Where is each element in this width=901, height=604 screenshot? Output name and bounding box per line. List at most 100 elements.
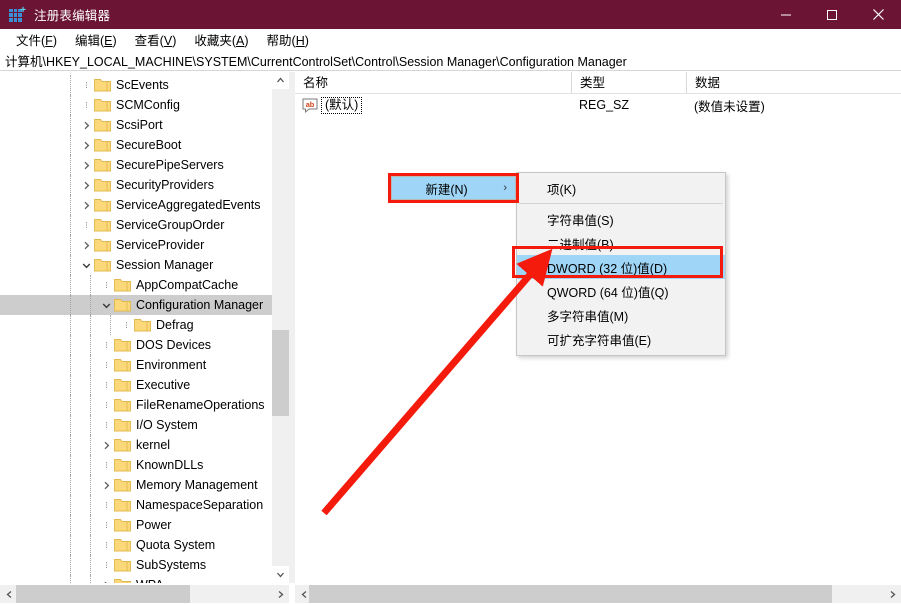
tree-item-filerenameoperations[interactable]: FileRenameOperations [0, 395, 272, 415]
tree-indent [0, 575, 98, 583]
tree-item-scmconfig[interactable]: SCMConfig [0, 95, 272, 115]
minimize-button[interactable] [763, 0, 809, 29]
tree-item-label: Session Manager [116, 258, 214, 272]
menu-item-4[interactable]: 帮助(H) [258, 30, 318, 49]
tree-item-label: Power [136, 518, 172, 532]
value-row[interactable]: ab (默认) REG_SZ (数值未设置) [295, 94, 901, 116]
chevron-right-icon[interactable] [98, 575, 114, 583]
tree-item-defrag[interactable]: Defrag [0, 315, 272, 335]
tree-item-scevents[interactable]: ScEvents [0, 75, 272, 95]
tree-item-power[interactable]: Power [0, 515, 272, 535]
folder-icon [94, 98, 111, 112]
tree-item-label: Configuration Manager [136, 298, 264, 312]
folder-icon [114, 398, 131, 412]
tree-vertical-scrollbar[interactable] [272, 72, 289, 583]
chevron-down-icon[interactable] [78, 255, 94, 275]
folder-icon [114, 458, 131, 472]
chevron-right-icon[interactable] [78, 235, 94, 255]
submenu-item-1[interactable]: 字符串值(S) [517, 207, 725, 231]
values-scroll-right-icon[interactable] [883, 585, 901, 603]
tree-indent [0, 475, 98, 495]
chevron-right-icon[interactable] [98, 475, 114, 495]
tree-item-kernel[interactable]: kernel [0, 435, 272, 455]
tree-scroll-track[interactable] [272, 89, 289, 566]
tree-leaf-marker [98, 375, 114, 395]
tree-indent [0, 455, 98, 475]
tree-item-subsystems[interactable]: SubSystems [0, 555, 272, 575]
tree-item-executive[interactable]: Executive [0, 375, 272, 395]
scroll-down-icon[interactable] [272, 566, 289, 583]
tree-indent [0, 535, 98, 555]
folder-icon [94, 238, 111, 252]
submenu-item-5[interactable]: 多字符串值(M) [517, 303, 725, 327]
tree-item-wpa[interactable]: WPA [0, 575, 272, 583]
tree-item-label: kernel [136, 438, 171, 452]
maximize-button[interactable] [809, 0, 855, 29]
tree-horizontal-scrollbar[interactable] [0, 585, 289, 603]
menu-item-2[interactable]: 查看(V) [126, 30, 186, 49]
tree-leaf-marker [98, 495, 114, 515]
tree-item-serviceprovider[interactable]: ServiceProvider [0, 235, 272, 255]
tree-item-label: ServiceAggregatedEvents [116, 198, 261, 212]
tree-indent [0, 555, 98, 575]
tree-item-namespaceseparation[interactable]: NamespaceSeparation [0, 495, 272, 515]
value-type-cell: REG_SZ [579, 98, 630, 112]
tree-item-serviceaggregatedevents[interactable]: ServiceAggregatedEvents [0, 195, 272, 215]
menu-item-3[interactable]: 收藏夹(A) [185, 30, 257, 49]
tree-scroll-thumb[interactable] [272, 330, 289, 416]
tree-item-i-o-system[interactable]: I/O System [0, 415, 272, 435]
chevron-right-icon[interactable] [78, 195, 94, 215]
tree-item-securepipeservers[interactable]: SecurePipeServers [0, 155, 272, 175]
tree-hscroll-thumb[interactable] [16, 585, 190, 603]
submenu-item-2[interactable]: 二进制值(B) [517, 231, 725, 255]
tree-item-servicegrouporder[interactable]: ServiceGroupOrder [0, 215, 272, 235]
tree-item-environment[interactable]: Environment [0, 355, 272, 375]
tree-indent [0, 515, 98, 535]
tree-indent [0, 155, 78, 175]
scroll-right-icon[interactable] [271, 585, 289, 603]
column-header-2[interactable]: 数据 [686, 72, 901, 93]
menu-item-1[interactable]: 编辑(E) [66, 30, 126, 49]
tree-item-appcompatcache[interactable]: AppCompatCache [0, 275, 272, 295]
tree-item-secureboot[interactable]: SecureBoot [0, 135, 272, 155]
values-horizontal-scrollbar[interactable] [295, 585, 901, 603]
tree-leaf-marker [78, 75, 94, 95]
context-menu-new-item[interactable]: 新建(N) › [391, 176, 516, 200]
chevron-right-icon[interactable] [78, 175, 94, 195]
tree-item-securityproviders[interactable]: SecurityProviders [0, 175, 272, 195]
submenu-item-4[interactable]: QWORD (64 位)值(Q) [517, 279, 725, 303]
tree-item-quota-system[interactable]: Quota System [0, 535, 272, 555]
tree-indent [0, 495, 98, 515]
tree-item-configuration-manager[interactable]: Configuration Manager [0, 295, 272, 315]
close-button[interactable] [855, 0, 901, 29]
tree-item-memory-management[interactable]: Memory Management [0, 475, 272, 495]
tree-item-label: ScsiPort [116, 118, 163, 132]
window-controls [763, 0, 901, 29]
submenu-item-6[interactable]: 可扩充字符串值(E) [517, 327, 725, 351]
tree-item-label: Defrag [156, 318, 194, 332]
values-hscroll-thumb[interactable] [309, 585, 832, 603]
folder-icon [94, 118, 111, 132]
chevron-right-icon[interactable] [78, 135, 94, 155]
tree-indent [0, 315, 118, 335]
submenu-item-0[interactable]: 项(K) [517, 176, 725, 200]
tree-item-scsiport[interactable]: ScsiPort [0, 115, 272, 135]
menu-bar: 文件(F) 编辑(E) 查看(V) 收藏夹(A) 帮助(H) [0, 29, 901, 50]
tree-leaf-marker [98, 455, 114, 475]
chevron-right-icon[interactable] [98, 435, 114, 455]
menu-item-0[interactable]: 文件(F) [7, 30, 66, 49]
chevron-down-icon[interactable] [98, 295, 114, 315]
submenu-item-3[interactable]: DWORD (32 位)值(D) [517, 255, 725, 279]
scroll-up-icon[interactable] [272, 72, 289, 89]
column-header-0[interactable]: 名称 [295, 72, 571, 93]
tree-item-knowndlls[interactable]: KnownDLLs [0, 455, 272, 475]
chevron-right-icon[interactable] [78, 155, 94, 175]
tree-item-session-manager[interactable]: Session Manager [0, 255, 272, 275]
registry-editor-window: + 注册表编辑器 文件(F) 编辑(E) 查看(V) 收藏夹(A) 帮助(H) 计算机\… [0, 0, 901, 604]
column-header-1[interactable]: 类型 [571, 72, 686, 93]
chevron-right-icon[interactable] [78, 115, 94, 135]
tree-item-dos-devices[interactable]: DOS Devices [0, 335, 272, 355]
address-bar[interactable]: 计算机\HKEY_LOCAL_MACHINE\SYSTEM\CurrentCon… [0, 50, 901, 71]
tree-indent [0, 275, 98, 295]
folder-icon [94, 198, 111, 212]
